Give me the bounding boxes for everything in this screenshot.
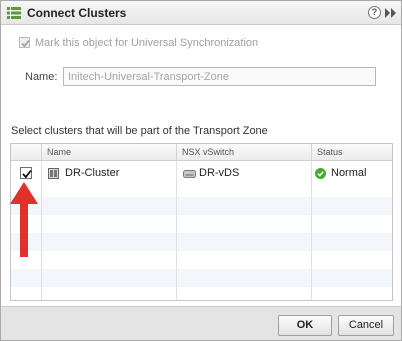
cluster-icon — [48, 168, 59, 179]
cancel-button[interactable]: Cancel — [338, 315, 394, 336]
select-column-header[interactable] — [11, 144, 41, 161]
expand-icon[interactable] — [385, 8, 397, 18]
empty-row — [11, 269, 392, 287]
universal-sync-checkbox — [19, 37, 30, 48]
help-icon[interactable]: ? — [368, 6, 381, 19]
cluster-name: DR-Cluster — [65, 167, 120, 179]
universal-sync-label: Mark this object for Universal Synchroni… — [35, 37, 259, 49]
vswitch-name: DR-vDS — [199, 167, 240, 179]
name-column-header[interactable]: Name — [41, 144, 176, 161]
clusters-prompt: Select clusters that will be part of the… — [11, 125, 268, 137]
grid-icon — [7, 7, 21, 19]
connect-clusters-dialog: Connect Clusters ? Mark this object for … — [0, 0, 402, 341]
clusters-table: Name NSX vSwitch Status DR-Cluster DR-vD… — [10, 143, 393, 301]
name-field[interactable] — [63, 67, 376, 86]
dialog-footer: OK Cancel — [1, 306, 401, 340]
name-label: Name: — [25, 71, 58, 83]
status-column-header[interactable]: Status — [311, 144, 392, 161]
empty-row — [11, 233, 392, 251]
vds-icon — [183, 170, 196, 178]
dialog-title: Connect Clusters — [27, 6, 127, 20]
status-text: Normal — [331, 167, 367, 179]
row-select-checkbox[interactable] — [20, 167, 32, 179]
empty-row — [11, 197, 392, 215]
vswitch-column-header[interactable]: NSX vSwitch — [176, 144, 311, 161]
table-header: Name NSX vSwitch Status — [11, 144, 392, 161]
annotation-arrow-icon — [10, 182, 38, 257]
status-ok-icon — [315, 168, 326, 179]
title-bar: Connect Clusters ? — [1, 1, 401, 25]
ok-button[interactable]: OK — [278, 315, 332, 336]
